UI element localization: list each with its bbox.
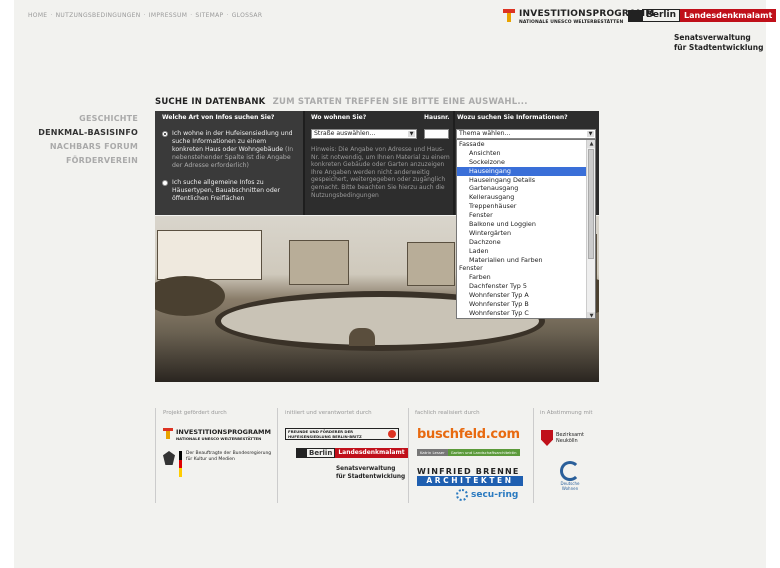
street-select-value: Straße auswählen... [314,130,376,137]
chevron-down-icon: ▼ [408,131,415,137]
dropdown-scrollbar[interactable]: ▲ ▼ [586,140,595,318]
neukoelln-shield-icon [541,430,553,446]
dropdown-option[interactable]: Dachzone [457,238,587,247]
berlin-word: Berlin [642,9,680,22]
sidenav-item-foerderverein[interactable]: FÖRDERVEREIN [38,154,138,168]
scroll-down-icon[interactable]: ▼ [587,312,595,318]
sidenav-item-geschichte[interactable]: GESCHICHTE [38,112,138,126]
info-type-column: Welche Art von Infos suchen Sie? Ich woh… [155,111,303,215]
footer-label-realisiert: fachlich realisiert durch [415,410,480,416]
footer-buschfeld-logo[interactable]: buschfeld.com [417,427,520,442]
dropdown-option[interactable]: Kellerausgang [457,193,587,202]
footer-divider [408,408,409,503]
nav-glossar[interactable]: GLOSSAR [232,12,263,19]
dropdown-option[interactable]: Gartenausgang [457,184,587,193]
dropdown-option[interactable]: Laden [457,247,587,256]
berlin-landesdenkmalamt-logo[interactable]: Berlin Landesdenkmalamt [628,9,777,22]
info-type-header: Welche Art von Infos suchen Sie? [162,114,275,121]
nav-separator: · [226,12,229,19]
topic-select-value: Thema wählen... [459,130,511,137]
option-group-fenster: Fenster [459,264,483,273]
footer-berlin-logo[interactable]: Berlin Landesdenkmalamt [296,448,408,458]
freunde-dot-icon [388,430,396,438]
nav-home[interactable]: HOME [28,12,47,19]
senatsverwaltung-label: Senatsverwaltung für Stadtentwicklung [674,33,764,52]
scrollbar-thumb[interactable] [588,149,594,259]
nav-separator: · [143,12,146,19]
dropdown-option[interactable]: Wohnfenster Typ B [457,300,587,309]
footer-senat-label: Senatsverwaltung für Stadtentwicklung [336,466,406,480]
page-title: SUCHE IN DATENBANK ZUM STARTEN TREFFEN S… [155,97,528,107]
page-title-sub: ZUM STARTEN TREFFEN SIE BITTE EINE AUSWA… [272,97,528,107]
top-nav: HOME · NUTZUNGSBEDINGUNGEN · IMPRESSUM ·… [28,12,262,19]
footer-brenne-logo[interactable]: WINFRIED BRENNE ARCHITEKTEN [417,467,523,486]
footer-freunde-logo[interactable]: FREUNDE UND FÖRDERER DER HUFEISENSIEDLUN… [285,428,399,440]
footer-bkm-logo[interactable]: Der Beauftragte der Bundesregierung für … [163,451,271,478]
berlin-bear-icon [628,9,642,22]
nav-separator: · [190,12,193,19]
option-general[interactable]: Ich suche allgemeine Infos zu Häusertype… [162,179,298,203]
radio-resident[interactable] [162,131,168,137]
hausnr-header: Hausnr. [424,114,450,121]
dropdown-option[interactable]: Dachfenster Typ 5 [457,282,587,291]
secu-ring-icon [456,489,468,501]
deutsche-wohnen-icon [560,461,580,481]
dropdown-option[interactable]: Wohnfenster Typ A [457,291,587,300]
dropdown-option[interactable]: Balkone und Loggien [457,220,587,229]
nav-separator: · [50,12,53,19]
address-hint: Hinweis: Die Angabe von Adresse und Haus… [311,146,450,199]
footer-divider [277,408,278,503]
topic-select[interactable]: Thema wählen... ▼ [456,129,596,139]
footer-invest-logo[interactable]: INVESTITIONSPROGRAMM NATIONALE UNESCO WE… [163,428,271,441]
nav-impressum[interactable]: IMPRESSUM [149,12,187,19]
scroll-up-icon[interactable]: ▲ [587,140,595,148]
street-select[interactable]: Straße auswählen... ▼ [311,129,417,139]
footer-divider [533,408,534,503]
topic-options: Fassade Ansichten Sockelzone Hauseingang… [457,140,587,318]
option-resident-text: Ich wohne in der Hufeisensiedlung und su… [172,130,293,153]
dropdown-option[interactable]: Farben [457,273,587,282]
dropdown-option[interactable]: Wintergärten [457,229,587,238]
radio-general[interactable] [162,180,168,186]
footer-label-initiiert: initiiert und verantwortet durch [285,410,372,416]
dropdown-option[interactable]: Materialien und Farben [457,256,587,265]
topic-dropdown-list[interactable]: Fassade Ansichten Sockelzone Hauseingang… [456,139,596,319]
bundesadler-icon [163,451,175,465]
dropdown-option[interactable]: Wohnfenster Typ C [457,309,587,318]
unesco-mark-icon [503,9,515,22]
footer-label-gefoerdert: Projekt gefördert durch [163,410,227,416]
footer-neukoelln-logo[interactable]: Bezirksamt Neukölln [541,430,584,446]
nav-nutzungsbedingungen[interactable]: NUTZUNGSBEDINGUNGEN [56,12,141,19]
footer-secu-ring-logo[interactable]: secu-ring [456,489,518,501]
unesco-mark-icon [163,428,173,439]
address-header: Wo wohnen Sie? [311,114,367,121]
german-flag-icon [179,451,182,478]
berlin-bear-icon [296,448,306,458]
chevron-down-icon: ▼ [587,131,594,137]
option-resident[interactable]: Ich wohne in der Hufeisensiedlung und su… [162,130,298,170]
side-nav: GESCHICHTE DENKMAL-BASISINFO NACHBARS FO… [38,112,138,168]
option-general-text: Ich suche allgemeine Infos zu Häusertype… [172,179,281,202]
nav-sitemap[interactable]: SITEMAP [195,12,223,19]
dropdown-option[interactable]: Sockelzone [457,158,587,167]
sidenav-item-nachbars-forum[interactable]: NACHBARS FORUM [38,140,138,154]
dropdown-option-selected[interactable]: Hauseingang [457,166,587,176]
landesdenkmalamt-label: Landesdenkmalamt [679,9,777,22]
footer-divider [155,408,156,503]
sidenav-item-denkmal-basisinfo[interactable]: DENKMAL-BASISINFO [38,126,138,140]
dropdown-option[interactable]: Fenster [457,211,587,220]
hausnr-input[interactable] [424,129,449,139]
topic-header: Wozu suchen Sie Informationen? [457,114,568,121]
dropdown-option[interactable]: Treppenhäuser [457,202,587,211]
footer-label-abstimmung: in Abstimmung mit [540,410,593,416]
dropdown-option[interactable]: Hauseingang Details [457,176,587,185]
pavilion-shape [349,328,375,346]
dropdown-option[interactable]: Ansichten [457,149,587,158]
footer-katrin-lesser-logo[interactable]: Katrin Lesser Garten und Landschaftsarch… [417,449,520,456]
footer-deutsche-wohnen-logo[interactable]: Deutsche Wohnen [560,461,580,491]
page-title-main: SUCHE IN DATENBANK [155,97,266,107]
option-group-fassade: Fassade [459,140,485,148]
